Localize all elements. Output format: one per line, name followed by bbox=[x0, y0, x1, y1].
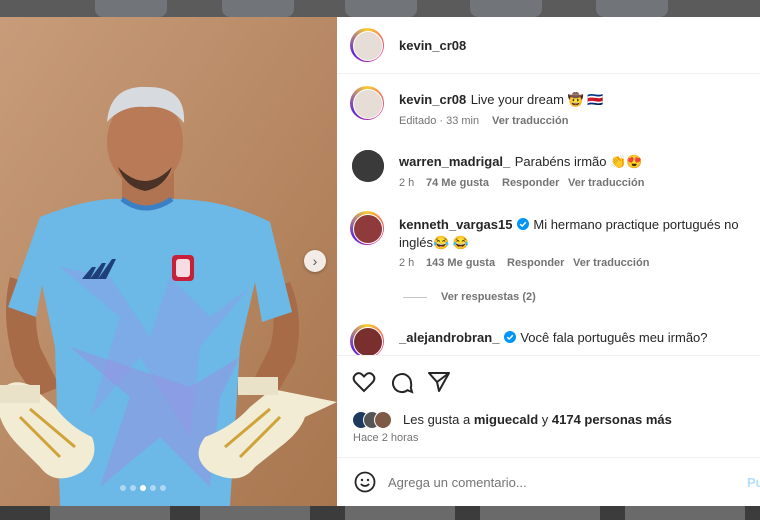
commenter-username[interactable]: _alejandrobran_ bbox=[399, 330, 499, 345]
comment-text-continued: inglés😂 😂 bbox=[399, 235, 469, 250]
comment-text: Você fala português meu irmão? bbox=[520, 330, 708, 345]
likes-joiner: y bbox=[541, 412, 549, 427]
comment-like-count[interactable]: 74 Me gusta bbox=[426, 177, 489, 189]
comment-translate-link[interactable]: Ver traducción bbox=[573, 257, 649, 269]
comment-icon[interactable] bbox=[390, 371, 414, 395]
background-tile bbox=[625, 506, 745, 520]
likers-avatars[interactable] bbox=[352, 411, 402, 429]
comment-reply-button[interactable]: Responder bbox=[502, 177, 559, 189]
carousel-dot bbox=[130, 485, 136, 491]
background-tile bbox=[200, 506, 310, 520]
comment-like-count[interactable]: 143 Me gusta bbox=[426, 257, 495, 269]
chevron-right-icon: › bbox=[312, 253, 318, 269]
post-timestamp: Hace 2 horas bbox=[353, 432, 419, 444]
post-comment-button[interactable]: Pu bbox=[747, 475, 760, 490]
caption-edited: Editado · 33 min bbox=[399, 115, 480, 127]
avatar-photo bbox=[353, 31, 383, 61]
replies-divider bbox=[403, 297, 427, 298]
background-thumbnail bbox=[95, 0, 167, 17]
carousel-indicator bbox=[120, 485, 166, 491]
comment-reply-button[interactable]: Responder bbox=[507, 257, 564, 269]
likes-summary: Les gusta a miguecald y 4174 personas má… bbox=[403, 412, 672, 427]
comment-time: 2 h bbox=[399, 177, 415, 189]
liker-avatar bbox=[374, 411, 392, 429]
post-modal: › kevin_cr08 kevin_cr08 Live your dream … bbox=[0, 17, 760, 506]
liker-username[interactable]: miguecald bbox=[474, 412, 538, 427]
avatar-photo bbox=[352, 150, 384, 182]
caption-text: Live your dream 🤠 🇨🇷 bbox=[470, 92, 604, 107]
background-grid-strip bbox=[0, 506, 760, 520]
carousel-dot bbox=[120, 485, 126, 491]
comment-time: 2 h bbox=[399, 257, 415, 269]
background-thumbnail bbox=[222, 0, 294, 17]
comment-input[interactable] bbox=[388, 471, 708, 493]
background-thumbnail bbox=[596, 0, 668, 17]
background-thumbnail bbox=[345, 0, 417, 17]
post-header: kevin_cr08 bbox=[337, 17, 760, 74]
likes-prefix: Les gusta a bbox=[403, 412, 471, 427]
background-tile bbox=[50, 506, 170, 520]
emoji-icon[interactable] bbox=[354, 471, 376, 493]
comment-list[interactable]: kevin_cr08 Live your dream 🤠 🇨🇷 Editado … bbox=[337, 74, 760, 355]
post-photo[interactable]: › bbox=[0, 17, 337, 506]
commenter-avatar[interactable] bbox=[352, 150, 384, 182]
likes-others[interactable]: 4174 personas más bbox=[552, 412, 672, 427]
verified-icon bbox=[516, 218, 529, 230]
avatar-photo bbox=[353, 89, 383, 119]
comment-text: Mi hermano practique portugués no bbox=[533, 217, 739, 232]
share-icon[interactable] bbox=[427, 371, 451, 393]
caption-avatar[interactable] bbox=[350, 86, 384, 120]
background-tile bbox=[345, 506, 455, 520]
commenter-avatar[interactable] bbox=[350, 324, 384, 355]
verified-icon bbox=[503, 331, 516, 343]
comment-composer: Pu bbox=[337, 457, 760, 507]
background-story-strip bbox=[0, 0, 760, 17]
carousel-dot-active bbox=[140, 485, 146, 491]
comment-translate-link[interactable]: Ver traducción bbox=[568, 177, 644, 189]
carousel-next-button[interactable]: › bbox=[304, 250, 326, 272]
background-tile bbox=[480, 506, 600, 520]
heart-icon[interactable] bbox=[352, 371, 376, 393]
carousel-dot bbox=[150, 485, 156, 491]
comment-text: Parabéns irmão 👏😍 bbox=[514, 154, 643, 169]
player-photo-illustration bbox=[0, 17, 337, 506]
author-username[interactable]: kevin_cr08 bbox=[399, 38, 466, 53]
commenter-avatar[interactable] bbox=[350, 211, 384, 245]
author-avatar[interactable] bbox=[350, 28, 384, 62]
caption-username[interactable]: kevin_cr08 bbox=[399, 92, 466, 107]
post-side-panel: kevin_cr08 kevin_cr08 Live your dream 🤠 … bbox=[337, 17, 760, 506]
commenter-username[interactable]: kenneth_vargas15 bbox=[399, 217, 512, 232]
avatar-photo bbox=[353, 327, 383, 355]
avatar-photo bbox=[353, 214, 383, 244]
background-thumbnail bbox=[470, 0, 542, 17]
view-replies-button[interactable]: Ver respuestas (2) bbox=[441, 291, 536, 303]
carousel-dot bbox=[160, 485, 166, 491]
post-actions: Les gusta a miguecald y 4174 personas má… bbox=[337, 355, 760, 456]
commenter-username[interactable]: warren_madrigal_ bbox=[399, 154, 510, 169]
caption-translate-link[interactable]: Ver traducción bbox=[492, 115, 568, 127]
